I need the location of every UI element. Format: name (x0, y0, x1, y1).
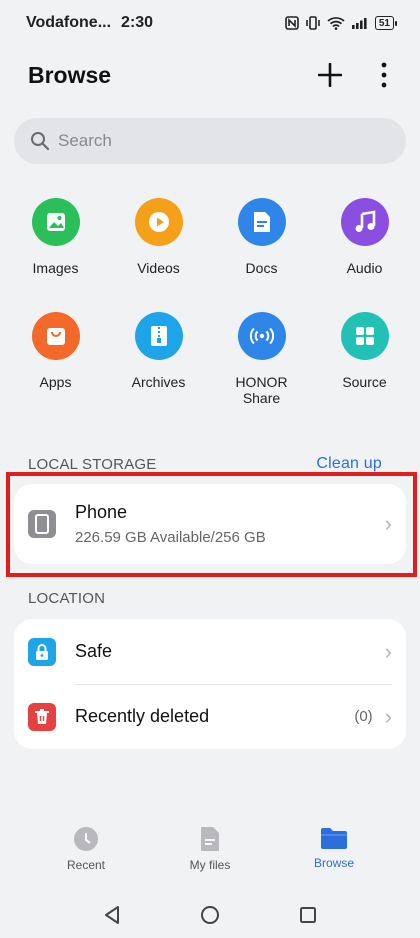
vibrate-icon (306, 16, 320, 30)
recents-button[interactable] (292, 899, 324, 931)
category-grid: Images Videos Docs Audio Apps Archives H… (4, 198, 416, 408)
search-icon (31, 132, 50, 151)
status-icons: 51 (285, 16, 398, 30)
location-name: Recently deleted (75, 706, 210, 726)
local-storage-header: LOCAL STORAGE Clean up (28, 455, 382, 473)
category-label: Videos (137, 260, 180, 276)
recently-deleted-row[interactable]: Recently deleted (0) › (14, 684, 406, 749)
tab-my-files[interactable]: My files (155, 826, 265, 886)
bottom-tab-bar: Recent My files Browse (0, 826, 420, 886)
category-audio[interactable]: Audio (313, 198, 416, 294)
signal-icon (351, 18, 367, 29)
plus-icon (318, 63, 342, 87)
chevron-right-icon: › (384, 638, 392, 664)
grid-icon (340, 312, 389, 360)
category-label: Source (342, 374, 387, 390)
category-label: Images (32, 260, 79, 276)
battery-level: 51 (378, 17, 390, 29)
search-bar[interactable] (14, 118, 406, 164)
category-apps[interactable]: Apps (4, 312, 107, 408)
tab-recent[interactable]: Recent (31, 826, 141, 886)
status-time: 2:30 (121, 14, 154, 31)
category-images[interactable]: Images (4, 198, 107, 294)
document-icon (237, 198, 286, 246)
nfc-icon (285, 16, 299, 30)
category-label: Docs (245, 260, 278, 276)
back-triangle-icon (105, 906, 119, 924)
item-count: (0) (354, 708, 373, 725)
category-source[interactable]: Source (313, 312, 416, 408)
archive-icon (134, 312, 183, 360)
folder-icon (321, 828, 347, 849)
category-videos[interactable]: Videos (107, 198, 210, 294)
header-actions (314, 59, 400, 91)
battery-icon: 51 (374, 16, 398, 30)
tab-label: My files (189, 858, 231, 872)
wifi-icon (327, 17, 345, 30)
more-vertical-icon (381, 62, 387, 88)
clock-icon (74, 827, 98, 851)
category-label: HONOR Share (235, 374, 288, 406)
wireless-share-icon (237, 312, 286, 360)
add-button[interactable] (314, 59, 346, 91)
section-title: LOCAL STORAGE (28, 455, 157, 473)
category-label: Audio (346, 260, 383, 276)
category-docs[interactable]: Docs (210, 198, 313, 294)
music-icon (340, 198, 389, 246)
back-button[interactable] (96, 899, 128, 931)
recents-square-icon (300, 907, 316, 923)
header: Browse (28, 52, 400, 98)
status-bar: Vodafone... 2:30 51 (0, 0, 420, 46)
clean-up-link[interactable]: Clean up (316, 455, 382, 473)
category-archives[interactable]: Archives (107, 312, 210, 408)
home-circle-icon (201, 906, 219, 924)
recently-deleted-info: Recently deleted (75, 706, 354, 727)
shopping-bag-icon (31, 312, 80, 360)
chevron-right-icon: › (384, 703, 392, 729)
status-left: Vodafone... 2:30 (26, 14, 153, 32)
location-card: Safe › Recently deleted (0) › (14, 619, 406, 749)
safe-row[interactable]: Safe › (14, 619, 406, 684)
location-header: LOCATION (28, 590, 382, 607)
more-options-button[interactable] (368, 59, 400, 91)
category-label: Apps (39, 374, 72, 390)
search-input[interactable] (58, 131, 378, 151)
system-navigation (0, 898, 420, 932)
safe-info: Safe (75, 641, 385, 662)
category-label: Archives (131, 374, 186, 390)
play-icon (134, 198, 183, 246)
location-name: Safe (75, 641, 113, 661)
tab-label: Recent (66, 858, 106, 872)
highlight-box (6, 472, 417, 577)
category-honor-share[interactable]: HONOR Share (210, 312, 313, 408)
lock-icon (28, 637, 56, 666)
tab-label: Browse (313, 856, 354, 870)
image-icon (31, 198, 80, 246)
section-title: LOCATION (28, 590, 106, 607)
carrier-name: Vodafone... (26, 14, 112, 31)
page-title: Browse (28, 61, 112, 88)
home-button[interactable] (194, 899, 226, 931)
tab-browse[interactable]: Browse (279, 826, 389, 886)
trash-icon (28, 702, 56, 731)
file-icon (201, 827, 219, 851)
